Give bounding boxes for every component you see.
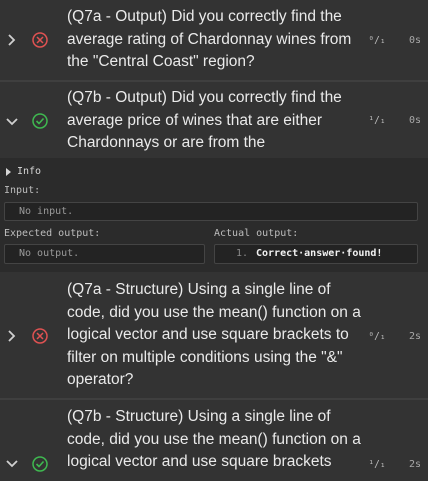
actual-output-label: Actual output: (214, 228, 299, 239)
expected-output-box: No output. (4, 244, 205, 264)
test-score: ¹/₁ (368, 115, 386, 126)
info-toggle[interactable]: Info (4, 166, 41, 177)
input-label: Input: (4, 185, 41, 196)
test-score: ⁰/₁ (368, 35, 386, 46)
input-box: No input. (4, 202, 418, 221)
expected-output-label: Expected output: (4, 228, 101, 239)
test-description: (Q7b - Structure) Using a single line of… (67, 408, 361, 470)
chevron-right-icon[interactable] (6, 34, 18, 46)
test-duration: 0s (408, 35, 421, 46)
test-row-q7b-structure[interactable]: (Q7b - Structure) Using a single line of… (0, 400, 428, 481)
chevron-down-icon[interactable] (6, 116, 18, 128)
x-circle-icon (31, 327, 49, 345)
actual-output-text: Correct·answer·found! (256, 248, 383, 259)
test-duration: 2s (408, 459, 421, 470)
check-circle-icon (31, 112, 49, 130)
triangle-right-icon (6, 167, 11, 176)
check-circle-icon (31, 455, 49, 473)
test-duration: 2s (408, 331, 421, 342)
actual-output-box: 1. Correct·answer·found! (214, 244, 418, 264)
line-number: 1. (235, 248, 248, 259)
test-description: (Q7a - Structure) Using a single line of… (67, 281, 361, 388)
test-row-q7a-structure[interactable]: (Q7a - Structure) Using a single line of… (0, 272, 428, 398)
test-row-q7b-output[interactable]: (Q7b - Output) Did you correctly find th… (0, 82, 428, 158)
chevron-right-icon[interactable] (6, 330, 18, 342)
chevron-down-icon[interactable] (6, 458, 18, 470)
test-row-q7a-output[interactable]: (Q7a - Output) Did you correctly find th… (0, 0, 428, 80)
test-description: (Q7a - Output) Did you correctly find th… (67, 8, 352, 70)
info-label: Info (17, 166, 42, 177)
test-description: (Q7b - Output) Did you correctly find th… (67, 89, 342, 151)
test-score: ⁰/₁ (368, 331, 386, 342)
test-duration: 0s (408, 115, 421, 126)
test-score: ¹/₁ (368, 459, 386, 470)
x-circle-icon (31, 31, 49, 49)
